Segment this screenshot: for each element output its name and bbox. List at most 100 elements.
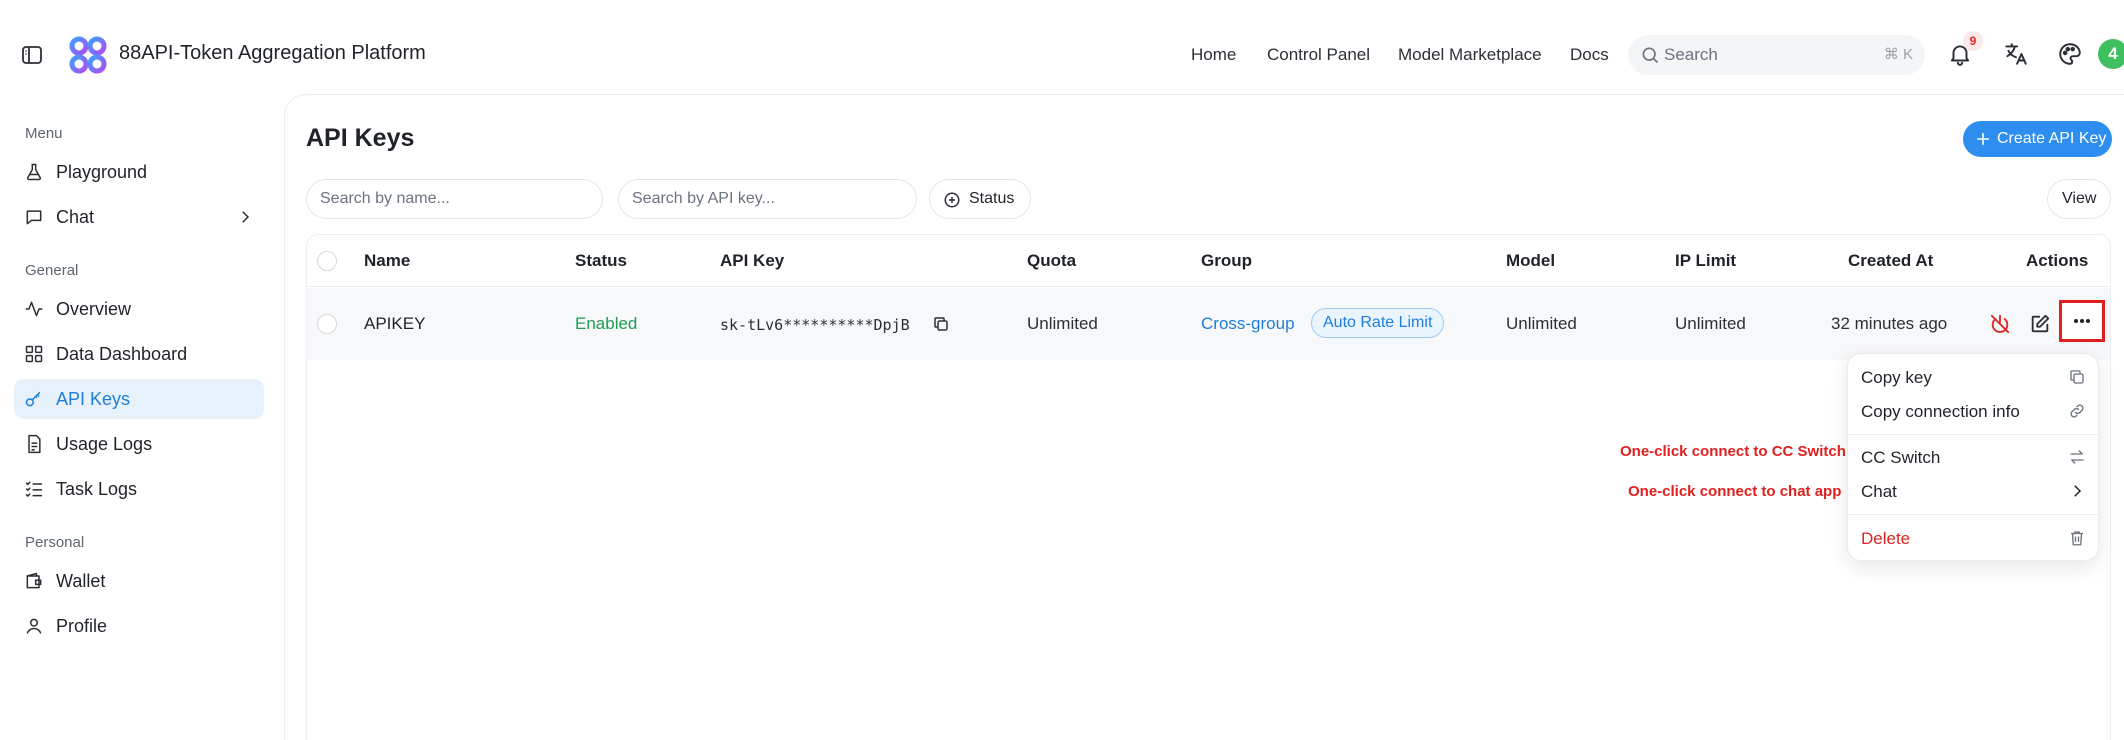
group-link[interactable]: Cross-group bbox=[1201, 314, 1295, 334]
sidebar-item-label: Chat bbox=[56, 207, 95, 227]
column-header-group[interactable]: Group bbox=[1201, 251, 1252, 271]
sidebar-item-label: Profile bbox=[56, 616, 108, 636]
column-header-created-at[interactable]: Created At bbox=[1848, 251, 1933, 271]
activity-icon bbox=[24, 299, 44, 319]
grid-icon bbox=[24, 344, 44, 364]
created-at-value: 32 minutes ago bbox=[1831, 314, 1948, 333]
sidebar-item-label: Overview bbox=[56, 299, 132, 319]
row-actions-menu: Copy key Copy connection info CC Switch … bbox=[1847, 353, 2099, 561]
copy-icon bbox=[2068, 368, 2086, 386]
menu-item-delete[interactable]: Delete bbox=[1848, 521, 2098, 555]
sidebar-item-task-logs[interactable]: Task Logs bbox=[14, 469, 264, 509]
disable-icon[interactable] bbox=[1989, 313, 2011, 335]
chevron-right-icon bbox=[2068, 482, 2086, 500]
annotation-chat-app: One-click connect to chat app bbox=[1628, 483, 1842, 500]
sidebar: Menu Playground Chat General Overview Da… bbox=[0, 110, 282, 740]
view-options-label: View bbox=[2062, 190, 2097, 207]
more-horizontal-icon bbox=[2074, 319, 2090, 323]
table-header: Name Status API Key Quota Group Model IP… bbox=[307, 235, 2110, 287]
column-header-api-key[interactable]: API Key bbox=[720, 251, 784, 271]
trash-icon bbox=[2068, 529, 2086, 547]
nav-docs[interactable]: Docs bbox=[1570, 45, 1609, 65]
section-label-menu: Menu bbox=[25, 125, 63, 142]
section-label-personal: Personal bbox=[25, 534, 85, 551]
column-header-model[interactable]: Model bbox=[1506, 251, 1555, 271]
document-icon bbox=[24, 434, 44, 454]
sidebar-toggle-icon[interactable] bbox=[20, 43, 44, 67]
menu-divider bbox=[1848, 514, 2098, 515]
menu-item-label: CC Switch bbox=[1861, 448, 1941, 467]
translate-icon[interactable] bbox=[2003, 41, 2029, 67]
row-checkbox[interactable] bbox=[317, 314, 337, 334]
notification-badge: 9 bbox=[1963, 31, 1983, 51]
search-shortcut-hint: ⌘ K bbox=[1883, 46, 1913, 63]
menu-item-chat[interactable]: Chat bbox=[1848, 474, 2098, 508]
menu-item-label: Copy connection info bbox=[1861, 402, 2020, 421]
column-header-status[interactable]: Status bbox=[575, 251, 627, 271]
sidebar-item-usage-logs[interactable]: Usage Logs bbox=[14, 424, 264, 464]
nav-home[interactable]: Home bbox=[1191, 45, 1236, 65]
column-header-actions: Actions bbox=[2026, 251, 2089, 270]
search-by-api-key-input[interactable] bbox=[618, 179, 917, 219]
more-actions-button[interactable] bbox=[2059, 300, 2105, 342]
select-all-checkbox[interactable] bbox=[317, 251, 337, 271]
ip-limit-value: Unlimited bbox=[1675, 314, 1746, 333]
search-by-name-input[interactable] bbox=[306, 179, 603, 219]
key-name: APIKEY bbox=[364, 314, 426, 333]
plus-icon bbox=[1975, 131, 1991, 147]
menu-item-copy-key[interactable]: Copy key bbox=[1848, 360, 2098, 394]
masked-api-key: sk-tLv6**********DpjB bbox=[720, 316, 910, 334]
sidebar-item-data-dashboard[interactable]: Data Dashboard bbox=[14, 334, 264, 374]
key-icon bbox=[24, 389, 44, 409]
view-options-button[interactable]: View bbox=[2047, 179, 2111, 219]
sidebar-item-label: Usage Logs bbox=[56, 434, 153, 454]
menu-item-copy-connection-info[interactable]: Copy connection info bbox=[1848, 394, 2098, 428]
menu-item-label: Copy key bbox=[1861, 368, 1932, 387]
search-input[interactable] bbox=[1664, 35, 1834, 75]
page-title: API Keys bbox=[306, 124, 415, 152]
annotation-cc-switch: One-click connect to CC Switch bbox=[1620, 443, 1846, 460]
nav-model-marketplace[interactable]: Model Marketplace bbox=[1398, 45, 1542, 65]
column-header-ip-limit[interactable]: IP Limit bbox=[1675, 251, 1736, 271]
sidebar-item-wallet[interactable]: Wallet bbox=[14, 561, 264, 601]
menu-item-cc-switch[interactable]: CC Switch bbox=[1848, 440, 2098, 474]
sidebar-item-label: API Keys bbox=[56, 389, 131, 409]
sidebar-item-label: Task Logs bbox=[56, 479, 138, 499]
sidebar-item-chat[interactable]: Chat bbox=[14, 197, 264, 237]
sidebar-item-playground[interactable]: Playground bbox=[14, 152, 264, 192]
theme-palette-icon[interactable] bbox=[2057, 41, 2083, 67]
column-header-name[interactable]: Name bbox=[364, 251, 410, 271]
status-filter-label: Status bbox=[969, 190, 1015, 207]
group-tag: Auto Rate Limit bbox=[1311, 308, 1445, 338]
menu-divider bbox=[1848, 434, 2098, 435]
swap-arrows-icon bbox=[2068, 448, 2086, 466]
chevron-right-icon bbox=[236, 208, 254, 226]
copy-icon[interactable] bbox=[932, 315, 950, 333]
sidebar-item-api-keys[interactable]: API Keys bbox=[14, 379, 264, 419]
menu-item-label: Chat bbox=[1861, 482, 1897, 501]
menu-item-label: Delete bbox=[1861, 529, 1911, 548]
app-title[interactable]: 88API-Token Aggregation Platform bbox=[119, 42, 426, 65]
sidebar-item-label: Data Dashboard bbox=[56, 344, 188, 364]
global-search[interactable]: ⌘ K bbox=[1628, 35, 1925, 75]
column-header-quota[interactable]: Quota bbox=[1027, 251, 1076, 271]
list-check-icon bbox=[24, 479, 44, 499]
create-api-key-button[interactable]: Create API Key bbox=[1963, 121, 2112, 157]
status-filter-button[interactable]: Status bbox=[929, 179, 1031, 219]
model-value: Unlimited bbox=[1506, 314, 1577, 333]
app-logo[interactable] bbox=[68, 36, 108, 74]
user-avatar[interactable]: 4 bbox=[2098, 39, 2124, 69]
flask-icon bbox=[24, 162, 44, 182]
nav-control-panel[interactable]: Control Panel bbox=[1267, 45, 1370, 65]
sidebar-item-label: Wallet bbox=[56, 571, 106, 591]
sidebar-item-profile[interactable]: Profile bbox=[14, 606, 264, 646]
search-icon bbox=[1640, 45, 1660, 65]
edit-icon[interactable] bbox=[2029, 313, 2051, 335]
chat-icon bbox=[24, 207, 44, 227]
quota-value: Unlimited bbox=[1027, 314, 1098, 333]
plus-circle-icon bbox=[943, 191, 961, 209]
sidebar-item-overview[interactable]: Overview bbox=[14, 289, 264, 329]
create-api-key-label: Create API Key bbox=[1997, 130, 2107, 147]
status-badge: Enabled bbox=[575, 314, 638, 333]
table-row[interactable]: APIKEY Enabled sk-tLv6**********DpjB Unl… bbox=[307, 288, 2110, 360]
